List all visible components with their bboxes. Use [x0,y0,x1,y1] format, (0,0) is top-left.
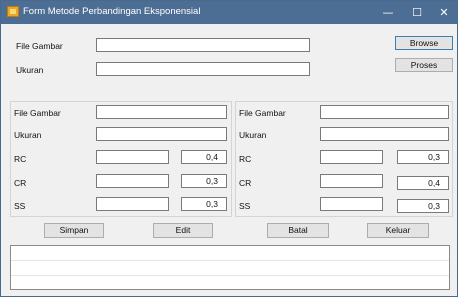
edit-button[interactable]: Edit [153,223,213,238]
left-file-label: File Gambar [14,108,61,118]
left-rc-weight[interactable]: 0,4 [181,150,227,164]
left-rc-input[interactable] [96,150,169,164]
title-bar[interactable]: Form Metode Perbandingan Eksponensial — … [1,1,457,24]
file-label: File Gambar [16,41,63,51]
right-rc-input[interactable] [320,150,383,164]
left-size-label: Ukuran [14,130,42,140]
minimize-button[interactable]: — [373,1,403,24]
size-label: Ukuran [16,65,44,75]
right-file-label: File Gambar [239,108,286,118]
cancel-button[interactable]: Batal [267,223,329,238]
left-cr-input[interactable] [96,174,169,188]
left-cr-weight[interactable]: 0,3 [181,174,227,188]
close-button[interactable]: ✕ [429,1,458,24]
browse-button[interactable]: Browse [395,36,453,50]
form-icon [7,6,19,17]
left-ss-input[interactable] [96,197,169,211]
right-rc-label: RC [239,154,252,164]
right-cr-input[interactable] [320,174,383,188]
right-size-label: Ukuran [239,130,267,140]
output-box[interactable] [10,245,450,290]
right-ss-input[interactable] [320,197,383,211]
right-ss-weight[interactable]: 0,3 [397,199,449,213]
process-button[interactable]: Proses [395,58,453,72]
output-row-divider [11,260,449,261]
right-rc-weight[interactable]: 0,3 [397,150,449,164]
right-file-input[interactable] [320,105,449,119]
left-ss-label: SS [14,201,26,211]
right-cr-weight[interactable]: 0,4 [397,176,449,190]
file-path-input[interactable] [96,38,310,52]
left-file-input[interactable] [96,105,227,119]
right-cr-label: CR [239,178,252,188]
right-size-input[interactable] [320,127,449,141]
exit-button[interactable]: Keluar [367,223,429,238]
left-rc-label: RC [14,154,27,164]
right-ss-label: SS [239,201,251,211]
app-window: Form Metode Perbandingan Eksponensial — … [0,0,458,297]
save-button[interactable]: Simpan [44,223,104,238]
output-row-divider [11,275,449,276]
left-size-input[interactable] [96,127,227,141]
maximize-button[interactable]: ☐ [402,1,432,24]
left-ss-weight[interactable]: 0,3 [181,197,227,211]
window-title: Form Metode Perbandingan Eksponensial [23,6,201,17]
left-cr-label: CR [14,178,27,188]
size-input[interactable] [96,62,310,76]
